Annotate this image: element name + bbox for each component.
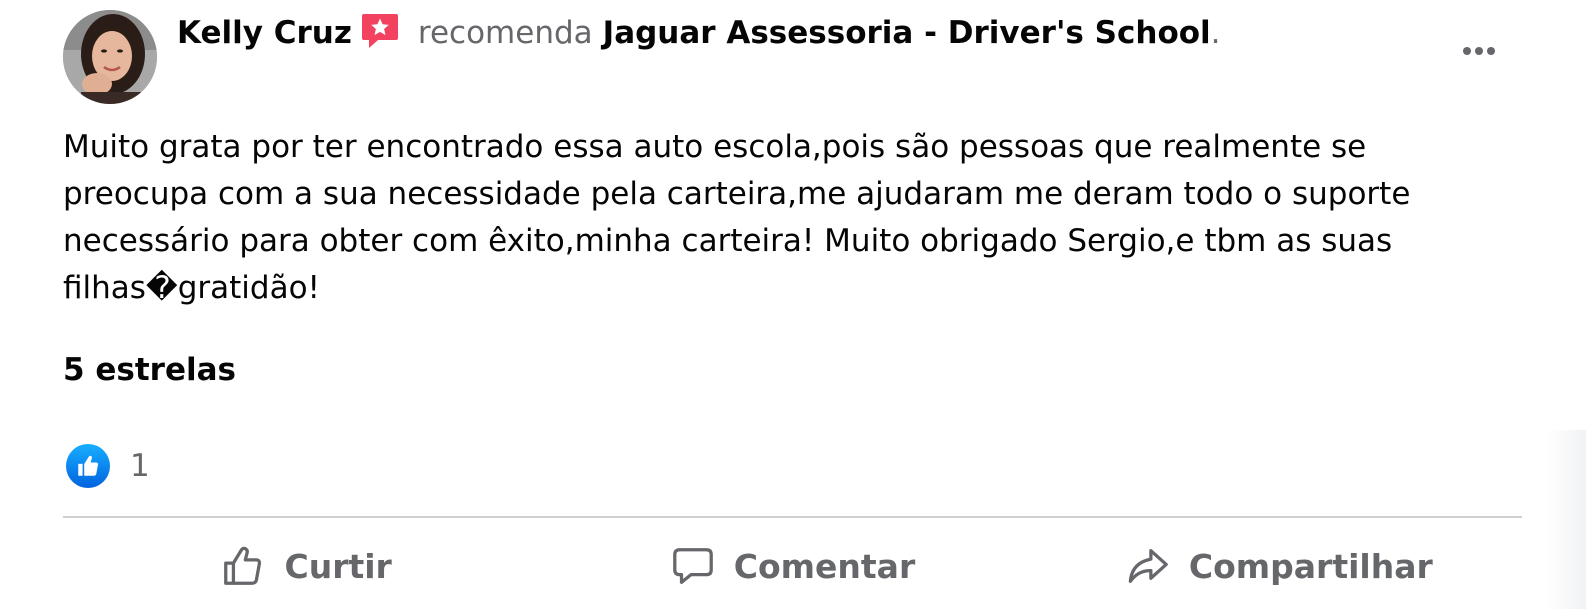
- more-options-button[interactable]: [1452, 32, 1506, 70]
- divider: [63, 516, 1522, 518]
- page-name-link[interactable]: Jaguar Assessoria - Driver's School: [603, 15, 1211, 51]
- header-period: .: [1210, 15, 1221, 51]
- recommend-verb: recomenda: [417, 15, 593, 51]
- comment-button-label: Comentar: [733, 546, 916, 586]
- like-button[interactable]: Curtir: [63, 530, 549, 602]
- thumbs-up-icon: [220, 543, 266, 589]
- more-horizontal-icon: [1461, 47, 1497, 55]
- comment-button[interactable]: Comentar: [549, 530, 1035, 602]
- author-name[interactable]: Kelly Cruz: [177, 15, 352, 51]
- edge-shadow: [1546, 430, 1586, 609]
- avatar-image: [63, 10, 157, 104]
- share-icon: [1125, 543, 1171, 589]
- recommend-star-icon: [360, 11, 400, 51]
- share-button-label: Compartilhar: [1188, 546, 1433, 586]
- like-button-label: Curtir: [284, 546, 392, 586]
- action-bar: Curtir Comentar Compartilhar: [63, 530, 1522, 602]
- like-reaction-icon: [66, 444, 110, 488]
- reaction-count: 1: [130, 448, 150, 484]
- review-post: Kelly Cruz recomenda Jaguar Assessoria -…: [0, 0, 1586, 609]
- post-header: Kelly Cruz recomenda Jaguar Assessoria -…: [177, 10, 1221, 56]
- reaction-summary[interactable]: 1: [66, 444, 150, 488]
- share-button[interactable]: Compartilhar: [1036, 530, 1522, 602]
- comment-icon: [670, 543, 716, 589]
- review-text: Muito grata por ter encontrado essa auto…: [63, 129, 1411, 306]
- author-avatar[interactable]: [63, 10, 157, 104]
- rating-text: 5 estrelas: [63, 352, 236, 388]
